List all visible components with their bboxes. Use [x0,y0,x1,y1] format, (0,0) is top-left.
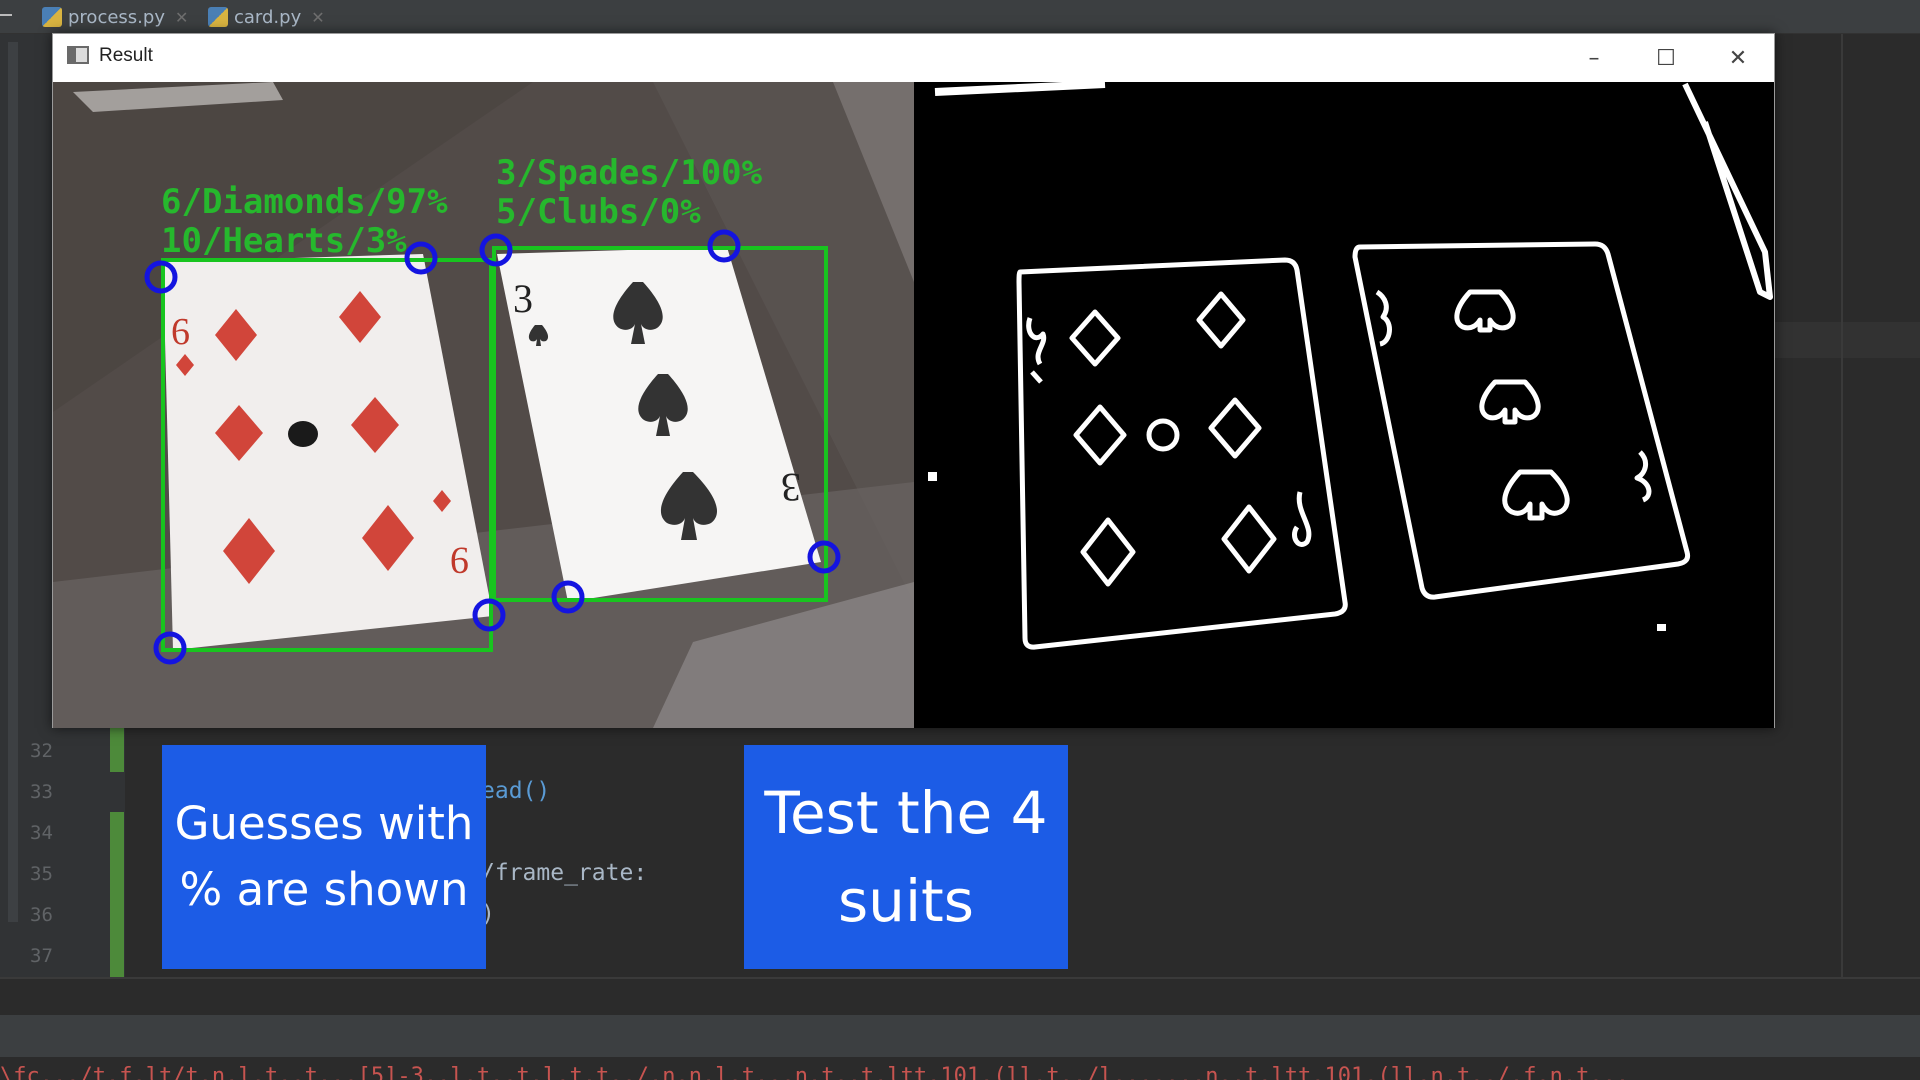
python-file-icon [208,7,228,27]
vcs-change-marker [110,812,124,978]
caption-guesses-shown: Guesses with % are shown [162,745,486,969]
maximize-button[interactable]: ☐ [1631,34,1701,82]
close-icon[interactable]: ✕ [175,8,188,27]
window-title: Result [99,45,153,66]
threshold-image [928,82,1773,650]
gutter-strip [8,42,18,922]
window-titlebar[interactable]: Result – ☐ ✕ [53,34,1774,82]
result-image: 6 9 3 3 6/Diamonds/97% 10/Hearts/3% 3/Sp… [53,82,1774,728]
line-number: 34 [30,822,53,844]
left-card-guess-2: 10/Hearts/3% [161,221,407,261]
card-rank-3: 3 [513,276,533,321]
camera-feed-pane: 6 9 3 3 6/Diamonds/97% 10/Hearts/3% 3/Sp… [53,82,914,728]
camera-feed-image: 6 9 3 3 6/Diamonds/97% 10/Hearts/3% 3/Sp… [53,82,914,728]
line-number: 33 [30,781,53,803]
line-number: 32 [30,740,53,762]
line-number: 37 [30,945,53,967]
left-card-guess-1: 6/Diamonds/97% [161,182,448,222]
minimize-button[interactable]: – [1559,34,1629,82]
editor-right-margin [1841,34,1843,977]
close-button[interactable]: ✕ [1703,34,1773,82]
card-rank-9: 9 [450,539,469,581]
line-number: 36 [30,904,53,926]
right-card-guess-2: 5/Clubs/0% [496,192,701,232]
line-number: 35 [30,863,53,885]
python-file-icon [42,7,62,27]
tab-label: process.py [68,6,165,28]
console-error-line: \fc.../t.f.lt/t.n.l.t..t...[5]-3..l.t..t… [0,1064,1630,1080]
vcs-change-marker [110,728,124,772]
tab-label: card.py [234,6,302,28]
caption-test-suits: Test the 4 suits [744,745,1068,969]
code-line-35: /frame_rate: [481,860,648,886]
editor-tab-bar: process.py ✕ card.py ✕ [0,0,1920,34]
run-toolbar [0,1015,1920,1057]
threshold-pane [915,82,1774,728]
window-app-icon [67,46,89,64]
card-rank-3-inverted: 3 [781,465,801,510]
tab-process-py[interactable]: process.py ✕ [42,0,188,34]
result-window[interactable]: Result – ☐ ✕ 6 9 3 3 6/Diamonds/97% 10/H… [52,33,1775,728]
card-rank-6: 6 [171,311,190,353]
tab-card-py[interactable]: card.py ✕ [208,0,325,34]
code-line-33: ead() [481,778,551,804]
close-icon[interactable]: ✕ [311,8,324,27]
right-card-guess-1: 3/Spades/100% [496,153,763,193]
tab-bar-marker [0,14,12,16]
